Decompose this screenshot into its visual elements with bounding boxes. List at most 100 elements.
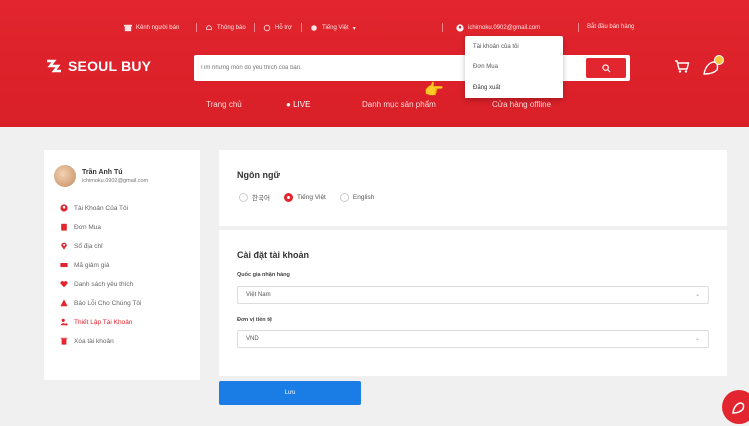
headset-icon — [263, 24, 271, 32]
seller-channel-label: Kênh người bán — [136, 25, 180, 31]
chat-fab-button[interactable] — [722, 390, 749, 424]
language-option-korean[interactable]: 한국어 — [239, 192, 270, 202]
language-title: Ngôn ngữ — [237, 170, 281, 180]
dropdown-orders[interactable]: Đơn Mua — [473, 64, 498, 70]
chevron-down-icon: ⌄ — [694, 336, 700, 342]
chevron-down-icon: ▾ — [352, 25, 356, 32]
nav-categories[interactable]: Danh mục sản phẩm — [362, 100, 436, 109]
notifications-link[interactable]: Thông báo — [205, 24, 246, 32]
cart-icon — [675, 60, 690, 73]
user-circle-icon — [456, 24, 464, 32]
divider — [196, 23, 197, 32]
start-selling-label: Bắt đầu bán hàng — [587, 24, 635, 30]
radio-button — [339, 192, 349, 202]
user-email: ichimoku.0902@gmail.com — [82, 177, 149, 184]
chat-icon — [732, 402, 745, 414]
divider — [578, 23, 579, 32]
search-icon — [601, 63, 610, 72]
language-options: 한국어 Tiếng Việt English — [239, 192, 374, 202]
nav-offline-store[interactable]: Cửa hàng offline — [492, 100, 551, 109]
sidebar-item-label: Danh sách yêu thích — [74, 280, 134, 288]
trash-icon — [60, 337, 68, 345]
language-option-label: English — [352, 193, 375, 201]
bell-icon — [206, 25, 212, 30]
currency-label: Đơn vị tiền tệ — [237, 317, 273, 323]
sidebar-item-delete-account[interactable]: Xóa tài khoản — [60, 337, 114, 345]
user-circle-icon — [60, 204, 68, 212]
top-bar: Kênh người bán Thông báo Hỗ trợ Tiếng Vi… — [0, 18, 749, 38]
nav-live[interactable]: ● LIVE — [286, 100, 310, 109]
account-settings-panel: Cài đặt tài khoản Quốc gia nhận hàng Việ… — [219, 230, 727, 376]
account-settings-title: Cài đặt tài khoản — [237, 250, 310, 260]
language-option-label: Tiếng Việt — [296, 193, 326, 201]
divider — [442, 23, 443, 32]
user-name: Trần Anh Tú — [82, 168, 123, 176]
avatar — [54, 165, 76, 187]
sidebar-item-my-account[interactable]: Tài Khoản Của Tôi — [60, 204, 128, 212]
save-button[interactable]: Lưu — [219, 381, 361, 405]
start-selling-link[interactable]: Bắt đầu bán hàng — [587, 24, 634, 30]
warning-icon — [60, 299, 68, 307]
account-menu[interactable]: ichimoku.0902@gmail.com — [456, 24, 540, 32]
country-select[interactable]: Việt Nam ⌄ — [237, 286, 709, 304]
account-sidebar: Trần Anh Tú ichimoku.0902@gmail.com Tài … — [44, 150, 200, 380]
logo-text: SEOUL BUY — [68, 58, 152, 74]
sidebar-item-vouchers[interactable]: Mã giảm giá — [60, 261, 109, 269]
sidebar-item-account-settings[interactable]: Thiết Lập Tài Khoản — [60, 318, 132, 326]
language-option-vietnamese[interactable]: Tiếng Việt — [283, 192, 326, 202]
radio-button — [239, 192, 248, 202]
sidebar-item-label: Mã giảm giá — [74, 261, 110, 269]
sidebar-item-label: Báo Lỗi Cho Chúng Tôi — [74, 299, 142, 307]
divider — [254, 23, 255, 32]
country-value: Việt Nam — [246, 292, 271, 298]
sidebar-item-label: Tài Khoản Của Tôi — [74, 204, 129, 212]
sidebar-item-report-bug[interactable]: Báo Lỗi Cho Chúng Tôi — [60, 299, 141, 307]
radio-button-selected — [283, 192, 293, 202]
dropdown-logout: Đăng xuất — [473, 85, 501, 91]
user-settings-icon — [60, 318, 68, 326]
cart-button[interactable] — [674, 59, 690, 79]
language-selector[interactable]: Tiếng Việt ▾ — [310, 24, 356, 32]
account-dropdown: Tài khoản của tôi Đơn Mua Đăng xuất — [465, 36, 563, 98]
hand-pointer-icon: 👉 — [424, 82, 444, 99]
language-option-label: 한국어 — [252, 195, 270, 202]
logo[interactable]: SEOUL BUY — [46, 58, 151, 74]
sidebar-item-wishlist[interactable]: Danh sách yêu thích — [60, 280, 133, 288]
header: Kênh người bán Thông báo Hỗ trợ Tiếng Vi… — [0, 0, 749, 127]
user-profile: Trần Anh Tú ichimoku.0902@gmail.com — [54, 165, 148, 187]
help-link[interactable]: Hỗ trợ — [263, 24, 292, 32]
nav-home[interactable]: Trang chủ — [206, 100, 242, 109]
dropdown-my-account[interactable]: Tài khoản của tôi — [473, 44, 519, 50]
sidebar-item-address-book[interactable]: Sổ địa chỉ — [60, 242, 103, 250]
search-bar — [194, 55, 630, 81]
ticket-icon — [60, 263, 68, 267]
sidebar-item-label: Xóa tài khoản — [74, 337, 114, 345]
currency-select[interactable]: VND ⌄ — [237, 330, 709, 348]
globe-icon — [311, 25, 317, 31]
logo-icon — [47, 59, 61, 73]
sidebar-item-label: Thiết Lập Tài Khoản — [74, 318, 133, 326]
clipboard-icon — [61, 223, 67, 231]
currency-value: VND — [246, 336, 259, 342]
chat-bell-icon — [703, 55, 724, 75]
store-icon — [124, 24, 132, 32]
divider — [301, 23, 302, 32]
location-pin-icon — [61, 242, 67, 250]
notifications-label: Thông báo — [217, 25, 246, 31]
sidebar-item-label: Sổ địa chỉ — [74, 242, 103, 250]
nav-live-label: LIVE — [293, 100, 311, 109]
seller-channel-link[interactable]: Kênh người bán — [124, 24, 179, 32]
sidebar-item-label: Đơn Mua — [74, 223, 102, 231]
account-email: ichimoku.0902@gmail.com — [468, 25, 541, 31]
language-label: Tiếng Việt — [322, 25, 349, 31]
search-button[interactable] — [586, 58, 626, 78]
sidebar-item-orders[interactable]: Đơn Mua — [60, 223, 101, 231]
help-label: Hỗ trợ — [275, 25, 292, 31]
heart-icon — [60, 281, 68, 288]
country-label: Quốc gia nhận hàng — [237, 272, 290, 278]
chevron-down-icon: ⌄ — [694, 292, 700, 298]
header-avatar-button[interactable] — [701, 54, 725, 83]
language-panel: Ngôn ngữ 한국어 Tiếng Việt English — [219, 150, 727, 226]
dropdown-logout-row[interactable]: Đăng xuất — [465, 78, 563, 98]
language-option-english[interactable]: English — [339, 192, 375, 202]
